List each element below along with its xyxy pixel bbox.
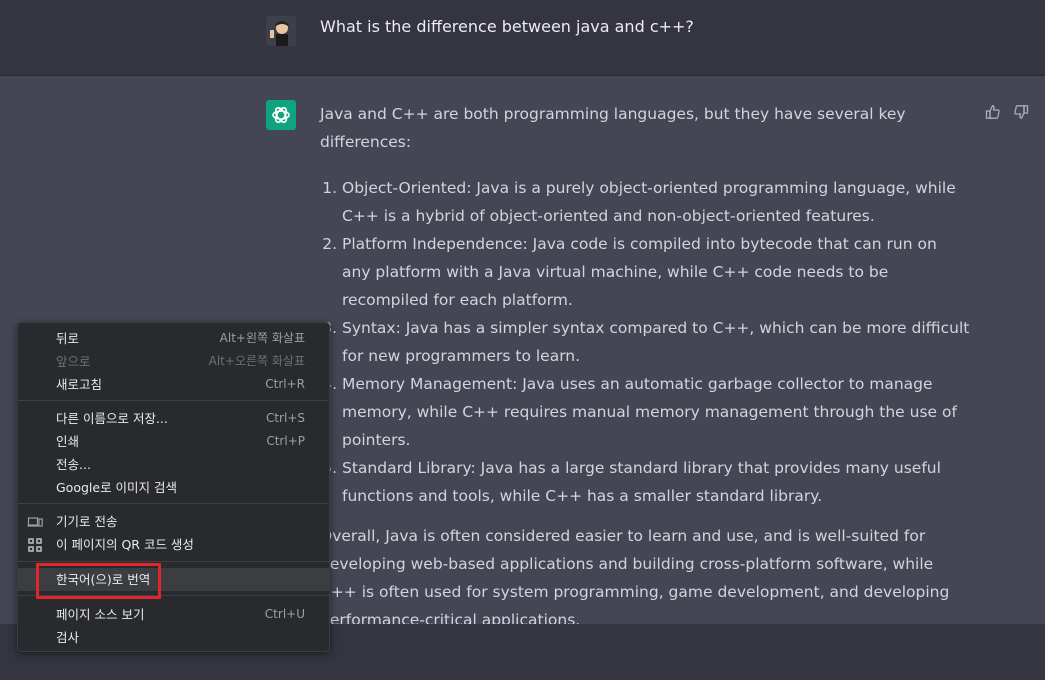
thumbs-down-icon[interactable]: [1013, 104, 1029, 124]
menu-item-google-image-search[interactable]: Google로 이미지 검색: [18, 476, 329, 499]
answer-intro: Java and C++ are both programming langua…: [320, 105, 906, 151]
menu-item-shortcut: Alt+오른쪽 화살표: [208, 354, 305, 368]
list-item: Memory Management: Java uses an automati…: [342, 370, 970, 454]
list-item: Platform Independence: Java code is comp…: [342, 230, 970, 314]
menu-item-forward[interactable]: 앞으로 Alt+오른쪽 화살표: [18, 350, 329, 373]
menu-item-label: Google로 이미지 검색: [56, 480, 178, 495]
menu-item-shortcut: Ctrl+S: [265, 411, 305, 425]
list-item: Standard Library: Java has a large stand…: [342, 454, 970, 510]
menu-item-shortcut: Alt+왼쪽 화살표: [219, 331, 305, 345]
menu-separator: [18, 400, 329, 401]
chatgpt-logo-icon: [266, 100, 296, 130]
menu-item-label: 검사: [56, 630, 80, 645]
menu-item-inspect[interactable]: 검사: [18, 626, 329, 649]
menu-item-print[interactable]: 인쇄 Ctrl+P: [18, 430, 329, 453]
translate-highlight-box: [36, 563, 161, 599]
qr-code-icon: [27, 537, 43, 553]
menu-separator: [18, 503, 329, 504]
device-icon: [27, 514, 43, 530]
menu-item-shortcut: Ctrl+U: [264, 607, 305, 621]
menu-item-view-source[interactable]: 페이지 소스 보기 Ctrl+U: [18, 603, 329, 626]
user-message-row: What is the difference between java and …: [0, 0, 1045, 76]
menu-item-label: 이 페이지의 QR 코드 생성: [56, 537, 194, 552]
menu-item-label: 인쇄: [56, 434, 80, 449]
difference-list: Object-Oriented: Java is a purely object…: [320, 174, 970, 510]
assistant-message-content: Java and C++ are both programming langua…: [320, 100, 970, 634]
menu-item-label: 전송...: [56, 457, 91, 472]
list-item: Syntax: Java has a simpler syntax compar…: [342, 314, 970, 370]
menu-item-label: 페이지 소스 보기: [56, 607, 145, 622]
menu-item-shortcut: Ctrl+R: [265, 377, 305, 391]
menu-item-qr-code[interactable]: 이 페이지의 QR 코드 생성: [18, 533, 329, 556]
menu-item-cast[interactable]: 전송...: [18, 453, 329, 476]
menu-item-label: 새로고침: [56, 377, 103, 392]
thumbs-up-icon[interactable]: [985, 104, 1001, 124]
menu-item-label: 다른 이름으로 저장...: [56, 411, 168, 426]
menu-item-shortcut: Ctrl+P: [266, 434, 305, 448]
menu-item-back[interactable]: 뒤로 Alt+왼쪽 화살표: [18, 327, 329, 350]
browser-context-menu: 뒤로 Alt+왼쪽 화살표 앞으로 Alt+오른쪽 화살표 새로고침 Ctrl+…: [17, 322, 330, 652]
user-avatar: [266, 16, 296, 46]
menu-item-send-to-device[interactable]: 기기로 전송: [18, 510, 329, 533]
answer-conclusion: Overall, Java is often considered easier…: [320, 527, 950, 629]
menu-item-label: 앞으로: [56, 354, 91, 369]
menu-item-save-as[interactable]: 다른 이름으로 저장... Ctrl+S: [18, 407, 329, 430]
menu-item-label: 기기로 전송: [56, 514, 118, 529]
menu-item-label: 뒤로: [56, 331, 80, 346]
menu-item-reload[interactable]: 새로고침 Ctrl+R: [18, 373, 329, 396]
menu-separator: [18, 561, 329, 562]
user-message-text: What is the difference between java and …: [320, 17, 694, 36]
list-item: Object-Oriented: Java is a purely object…: [342, 174, 970, 230]
